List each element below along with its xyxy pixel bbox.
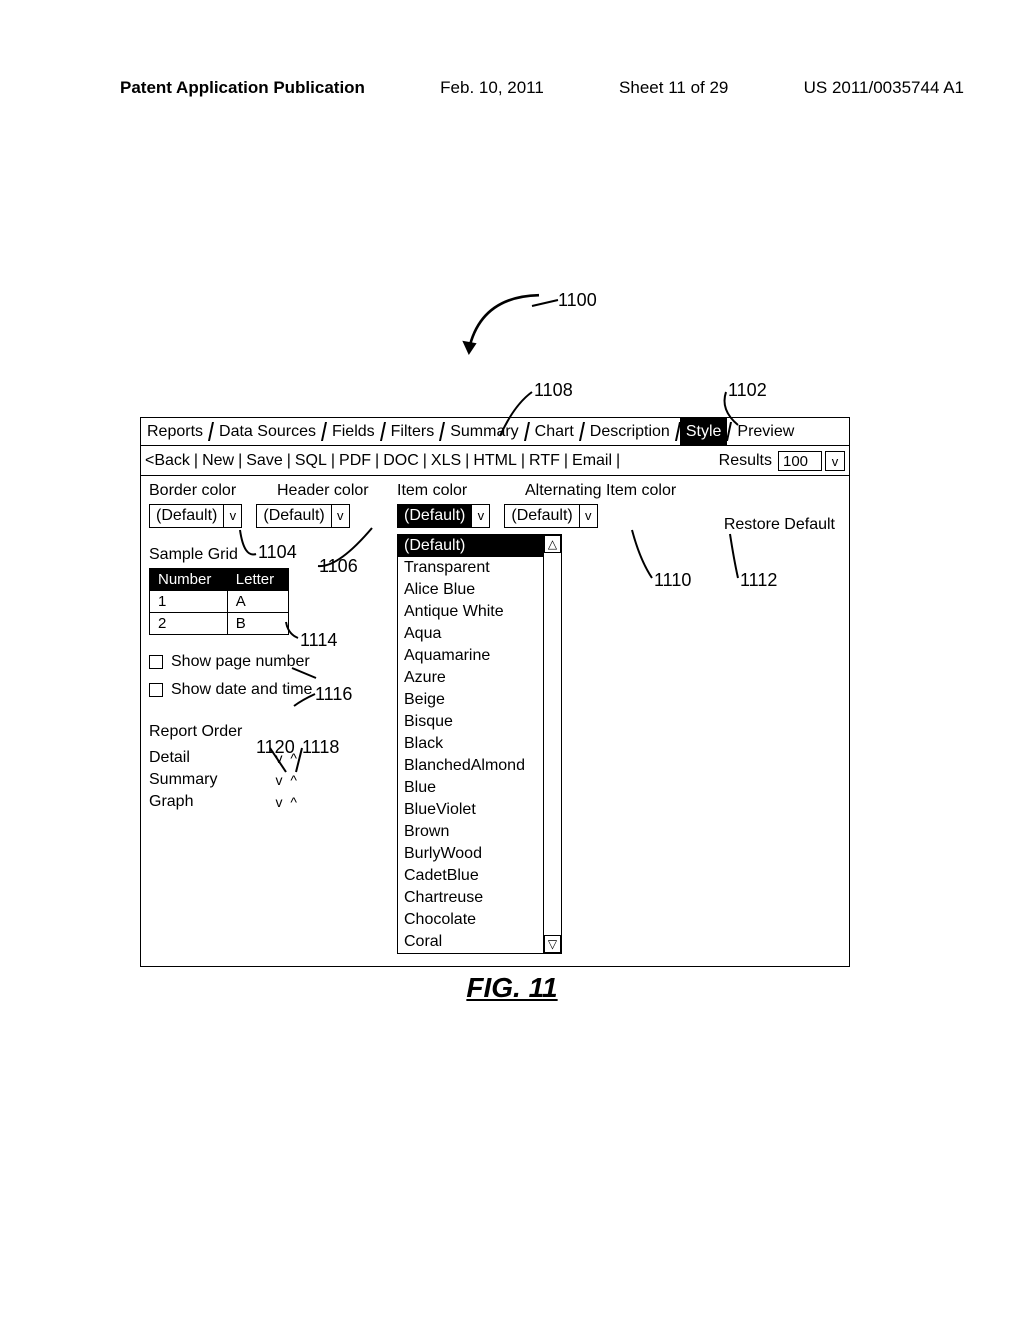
tab-chart[interactable]: Chart: [529, 418, 580, 446]
order-updown-control[interactable]: v ^: [276, 772, 299, 788]
order-updown-control[interactable]: v ^: [276, 794, 299, 810]
tab-reports[interactable]: Reports: [141, 418, 209, 446]
color-option[interactable]: BlueViolet: [398, 799, 543, 821]
show-date-checkbox[interactable]: [149, 683, 163, 697]
scrollbar[interactable]: △ ▽: [543, 535, 561, 953]
color-option[interactable]: Chartreuse: [398, 887, 543, 909]
action-email[interactable]: Email: [572, 452, 612, 469]
item-color-label: Item color: [397, 482, 497, 500]
action-new[interactable]: New: [202, 452, 234, 469]
callout-1102: 1102: [728, 380, 767, 401]
tab-description[interactable]: Description: [584, 418, 676, 446]
action-rtf[interactable]: RTF: [529, 452, 560, 469]
tab-style[interactable]: Style: [680, 418, 728, 446]
app-window: ReportsData SourcesFieldsFiltersSummaryC…: [140, 417, 850, 967]
chevron-down-icon: v: [579, 505, 597, 527]
order-row: Graphv ^: [149, 791, 299, 813]
action-doc[interactable]: DOC: [383, 452, 419, 469]
tab-summary[interactable]: Summary: [444, 418, 524, 446]
tab-fields[interactable]: Fields: [326, 418, 381, 446]
tab-data-sources[interactable]: Data Sources: [213, 418, 322, 446]
color-option[interactable]: Chocolate: [398, 909, 543, 931]
results-input[interactable]: 100: [778, 451, 822, 471]
results-dropdown-icon[interactable]: v: [825, 451, 845, 471]
order-row: Detailv ^: [149, 747, 299, 769]
arrow-to-window-icon: [430, 290, 570, 355]
scroll-down-icon[interactable]: ▽: [544, 935, 561, 953]
results-label: Results: [719, 452, 772, 470]
report-order-label: Report Order: [149, 723, 379, 741]
action-pdf[interactable]: PDF: [339, 452, 371, 469]
color-option[interactable]: BlanchedAlmond: [398, 755, 543, 777]
grid-header: Letter: [227, 569, 288, 591]
alt-item-color-select[interactable]: (Default) v: [504, 504, 597, 528]
color-option[interactable]: Aquamarine: [398, 645, 543, 667]
action-back[interactable]: <Back: [145, 452, 190, 469]
action-html[interactable]: HTML: [473, 452, 517, 469]
callout-1100: 1100: [558, 290, 597, 311]
color-option[interactable]: (Default): [398, 535, 543, 557]
action-save[interactable]: Save: [246, 452, 282, 469]
color-option[interactable]: Antique White: [398, 601, 543, 623]
order-row: Summaryv ^: [149, 769, 299, 791]
callout-1108: 1108: [534, 380, 573, 401]
show-page-checkbox[interactable]: [149, 655, 163, 669]
show-date-label: Show date and time: [171, 681, 312, 699]
figure-caption: FIG. 11: [0, 972, 1024, 1004]
color-option[interactable]: Coral: [398, 931, 543, 953]
chevron-down-icon: v: [471, 505, 489, 527]
chevron-down-icon: v: [223, 505, 241, 527]
action-xls[interactable]: XLS: [431, 452, 461, 469]
tab-preview[interactable]: Preview: [731, 418, 800, 446]
action-sql[interactable]: SQL: [295, 452, 327, 469]
border-color-label: Border color: [149, 482, 249, 500]
color-option[interactable]: BurlyWood: [398, 843, 543, 865]
scroll-up-icon[interactable]: △: [544, 535, 561, 553]
color-dropdown-list: (Default)TransparentAlice BlueAntique Wh…: [397, 534, 562, 954]
color-option[interactable]: Azure: [398, 667, 543, 689]
restore-default-button[interactable]: Restore Default: [724, 516, 835, 534]
color-option[interactable]: Blue: [398, 777, 543, 799]
color-option[interactable]: Alice Blue: [398, 579, 543, 601]
chevron-down-icon: v: [331, 505, 349, 527]
sheet-number: Sheet 11 of 29: [619, 78, 728, 98]
color-option[interactable]: Black: [398, 733, 543, 755]
sample-grid-label: Sample Grid: [149, 546, 379, 564]
table-row: 1 A: [150, 591, 289, 613]
doc-number: US 2011/0035744 A1: [804, 78, 964, 98]
border-color-select[interactable]: (Default) v: [149, 504, 242, 528]
color-option[interactable]: Aqua: [398, 623, 543, 645]
publication-date: Feb. 10, 2011: [440, 78, 544, 98]
header-color-select[interactable]: (Default) v: [256, 504, 349, 528]
tab-filters[interactable]: Filters: [385, 418, 441, 446]
color-option[interactable]: CadetBlue: [398, 865, 543, 887]
grid-header: Number: [150, 569, 228, 591]
color-option[interactable]: Brown: [398, 821, 543, 843]
order-updown-control[interactable]: v ^: [276, 750, 299, 766]
color-option[interactable]: Transparent: [398, 557, 543, 579]
color-option[interactable]: Beige: [398, 689, 543, 711]
header-color-label: Header color: [277, 482, 377, 500]
tab-bar: ReportsData SourcesFieldsFiltersSummaryC…: [141, 418, 849, 446]
table-row: 2 B: [150, 613, 289, 635]
sample-grid: Number Letter 1 A 2 B: [149, 568, 289, 635]
show-page-label: Show page number: [171, 653, 310, 671]
action-bar: <Back|New|Save|SQL|PDF|DOC|XLS|HTML|RTF|…: [141, 446, 849, 476]
color-option[interactable]: Bisque: [398, 711, 543, 733]
alt-item-color-label: Alternating Item color: [525, 482, 695, 500]
publication-label: Patent Application Publication: [120, 78, 365, 98]
style-panel: Border color Header color (Default) v (D…: [141, 476, 849, 954]
item-color-select[interactable]: (Default) v: [397, 504, 490, 528]
page-header: Patent Application Publication Feb. 10, …: [120, 78, 964, 98]
